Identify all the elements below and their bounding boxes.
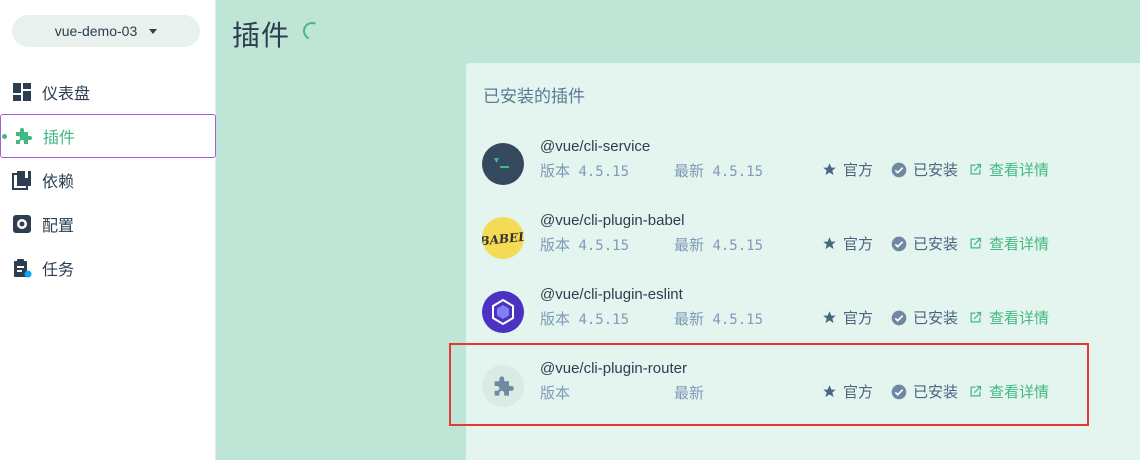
- nav-item-dashboard[interactable]: 仪表盘: [0, 70, 216, 114]
- eslint-logo: [482, 291, 524, 333]
- star-icon: [823, 311, 836, 324]
- clipboard-icon: [12, 258, 32, 278]
- project-selector[interactable]: vue-demo-03: [12, 15, 200, 47]
- babel-logo: BABEL: [482, 217, 524, 259]
- sidebar-nav: 仪表盘 插件 依赖 配置 任务: [0, 70, 216, 290]
- nav-item-plugins[interactable]: 插件: [0, 114, 216, 158]
- nav-item-label: 任务: [42, 262, 75, 279]
- book-icon: [12, 170, 32, 190]
- plugin-name: @vue/cli-plugin-babel: [540, 212, 685, 229]
- plugin-name: @vue/cli-plugin-eslint: [540, 286, 683, 303]
- caret-down-icon: [149, 28, 158, 34]
- external-link-icon: [970, 311, 982, 323]
- nav-item-label: 插件: [43, 130, 76, 147]
- external-link-icon: [970, 163, 982, 175]
- panel-title: 已安装的插件: [483, 87, 585, 106]
- view-details-link[interactable]: 查看详情: [968, 307, 1049, 328]
- check-circle-icon: [891, 236, 907, 251]
- plugin-name: @vue/cli-service: [540, 138, 651, 155]
- installed-badge: 已安装: [891, 307, 958, 328]
- active-indicator: [2, 134, 7, 139]
- highlight-box: [449, 343, 1089, 426]
- installed-badge: 已安装: [891, 159, 958, 180]
- official-badge: 官方: [822, 159, 873, 180]
- star-icon: [823, 163, 836, 176]
- nav-item-label: 配置: [42, 218, 75, 235]
- plugin-latest-version: 最新 4.5.15: [674, 237, 764, 254]
- gear-icon: [12, 214, 32, 234]
- svg-text:BABEL: BABEL: [482, 230, 524, 249]
- star-icon: [823, 237, 836, 250]
- installed-badge: 已安装: [891, 233, 958, 254]
- plugin-latest-version: 最新 4.5.15: [674, 163, 764, 180]
- page-title: 插件: [232, 20, 291, 51]
- plugin-version: 版本 4.5.15: [540, 237, 630, 254]
- dashboard-icon: [12, 82, 32, 102]
- official-badge: 官方: [822, 233, 873, 254]
- nav-item-dependencies[interactable]: 依赖: [0, 158, 216, 202]
- project-name: vue-demo-03: [54, 23, 138, 39]
- official-badge: 官方: [822, 307, 873, 328]
- plugin-latest-version: 最新 4.5.15: [674, 311, 764, 328]
- plugin-version: 版本 4.5.15: [540, 163, 630, 180]
- nav-item-label: 仪表盘: [42, 86, 91, 103]
- sidebar: vue-demo-03 仪表盘 插件 依赖 配置 任务: [0, 0, 216, 460]
- nav-item-tasks[interactable]: 任务: [0, 246, 216, 290]
- plugin-version: 版本 4.5.15: [540, 311, 630, 328]
- view-details-link[interactable]: 查看详情: [968, 159, 1049, 180]
- check-circle-icon: [891, 162, 907, 177]
- check-circle-icon: [891, 310, 907, 325]
- external-link-icon: [970, 237, 982, 249]
- nav-item-configuration[interactable]: 配置: [0, 202, 216, 246]
- view-details-link[interactable]: 查看详情: [968, 233, 1049, 254]
- plugin-item[interactable]: @vue/cli-service 版本 4.5.15 最新 4.5.15 官方 …: [466, 127, 1140, 201]
- plugin-item[interactable]: @vue/cli-plugin-eslint 版本 4.5.15 最新 4.5.…: [466, 275, 1140, 349]
- puzzle-icon: [13, 126, 33, 146]
- loading-spinner-icon: [300, 19, 324, 43]
- vue-cli-logo: [482, 143, 524, 185]
- plugin-item[interactable]: BABEL @vue/cli-plugin-babel 版本 4.5.15 最新…: [466, 201, 1140, 275]
- nav-item-label: 依赖: [42, 174, 75, 191]
